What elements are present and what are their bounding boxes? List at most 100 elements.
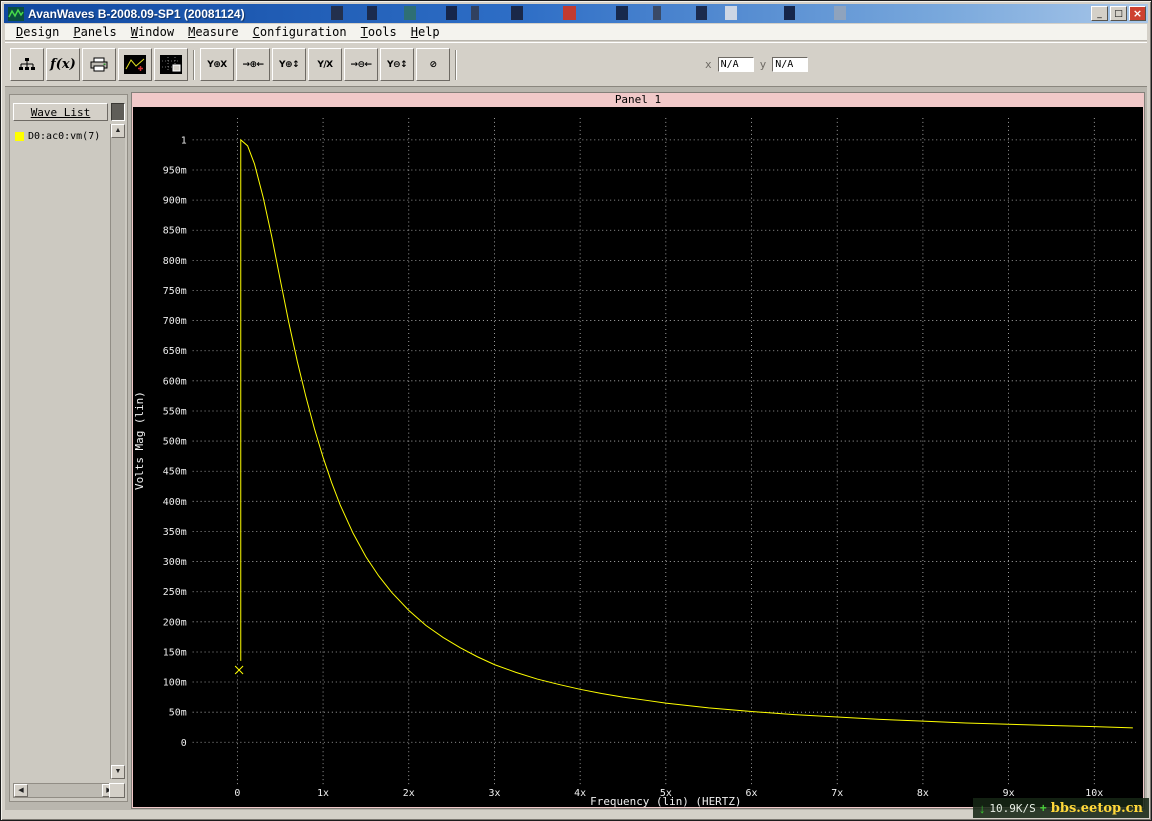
plot-area[interactable]: 0 50m 100m 150m 200m 250m 300m 350m 400m 450m 500m… [133,107,1143,807]
scroll-up-icon[interactable]: ▲ [111,124,125,138]
printer-icon [90,57,108,71]
titlebar-artifact [563,6,576,20]
svg-text:Volts Mag (lin): Volts Mag (lin) [133,391,146,490]
titlebar-artifact [725,6,737,20]
svg-text:0: 0 [234,788,240,799]
svg-text:300m: 300m [163,557,187,568]
window-title: AvanWaves B-2008.09-SP1 (20081124) [28,6,245,21]
new-panel-button[interactable] [118,48,152,81]
svg-text:8x: 8x [917,788,929,799]
zoom-out-x-icon: →⊖← [350,59,372,70]
zoom-in-xy-icon: Y⊕X [207,59,227,70]
menu-design[interactable]: Design [9,25,66,39]
menu-configuration[interactable]: Configuration [246,25,354,39]
svg-text:150m: 150m [163,647,187,658]
zoom-out-x-button[interactable]: →⊖← [344,48,378,81]
avanwaves-window: AvanWaves B-2008.09-SP1 (20081124) _ □ ×… [0,0,1152,821]
y-coordinate-label: y [759,58,767,71]
plus-icon: + [1039,801,1047,815]
titlebar-artifact [367,6,377,20]
titlebar-artifact [784,6,795,20]
svg-text:4x: 4x [574,788,586,799]
svg-text:750m: 750m [163,286,187,297]
svg-text:500m: 500m [163,437,187,448]
menu-panels[interactable]: Panels [66,25,123,39]
zoom-ratio-icon: Y∕X [317,59,333,70]
download-speed: 10.9K/S [989,801,1036,815]
zoom-previous-icon: ⊘ [429,59,437,70]
watermark-site: bbs.eetop.cn [1050,800,1143,816]
x-coordinate-field[interactable]: N/A [717,57,754,72]
client-area: Wave List D0:ac0:vm(7) ▲ ▼ ◀ ▶ Panel 1 0… [5,87,1147,810]
wave-list-panel: Wave List D0:ac0:vm(7) ▲ ▼ ◀ ▶ [9,94,128,802]
print-button[interactable] [82,48,116,81]
titlebar-artifact [446,6,457,20]
svg-text:550m: 550m [163,406,187,417]
svg-text:50m: 50m [169,708,187,719]
expression-button[interactable]: f(x) [46,48,80,81]
zoom-in-y-button[interactable]: Y⊕↕ [272,48,306,81]
zoom-in-x-button[interactable]: →⊕← [236,48,270,81]
svg-text:400m: 400m [163,497,187,508]
svg-text:600m: 600m [163,376,187,387]
hierarchy-icon [19,57,35,70]
menu-tools[interactable]: Tools [354,25,404,39]
titlebar-artifact [404,6,416,20]
svg-text:3x: 3x [488,788,500,799]
titlebar-artifact [696,6,707,20]
menu-measure[interactable]: Measure [181,25,246,39]
titlebar-artifact [653,6,661,20]
svg-text:100m: 100m [163,678,187,689]
svg-text:200m: 200m [163,617,187,628]
zoom-previous-button[interactable]: ⊘ [416,48,450,81]
scroll-down-icon[interactable]: ▼ [111,765,125,779]
svg-text:800m: 800m [163,256,187,267]
toolbar-separator [193,49,195,80]
toolbar-separator [455,49,457,80]
svg-text:650m: 650m [163,346,187,357]
zoom-in-xy-button[interactable]: Y⊕X [200,48,234,81]
menu-window[interactable]: Window [124,25,181,39]
copy-panel-icon [160,55,182,74]
scrollbar-corner[interactable] [109,783,125,798]
title-bar[interactable]: AvanWaves B-2008.09-SP1 (20081124) _ □ × [4,4,1148,23]
wave-list-horizontal-scrollbar[interactable]: ◀ ▶ [13,783,117,798]
svg-text:Frequency (lin) (HERTZ): Frequency (lin) (HERTZ) [590,795,741,807]
scroll-left-icon[interactable]: ◀ [14,784,28,797]
wave-list-grip[interactable] [111,103,125,121]
zoom-in-x-icon: →⊕← [242,59,264,70]
titlebar-artifact [834,6,846,20]
plot-panel: Panel 1 0 50m 100m 150m 200m 250m 300m 350m 400m… [131,92,1145,809]
wave-list-header-button[interactable]: Wave List [13,103,108,121]
wave-list-item[interactable]: D0:ac0:vm(7) [15,131,100,142]
zoom-ratio-button[interactable]: Y∕X [308,48,342,81]
svg-text:950m: 950m [163,166,187,177]
svg-text:250m: 250m [163,587,187,598]
svg-text:1: 1 [181,135,187,146]
y-coordinate-field[interactable]: N/A [772,57,809,72]
restore-button[interactable]: □ [1110,6,1127,21]
titlebar-artifact [331,6,343,20]
fx-icon: f(x) [50,57,76,72]
waveform-chart[interactable]: 0 50m 100m 150m 200m 250m 300m 350m 400m 450m 500m… [133,107,1143,807]
x-coordinate-label: x [705,58,712,71]
download-watermark-overlay: ↓ 10.9K/S + bbs.eetop.cn [972,798,1149,818]
app-icon [8,6,24,21]
titlebar-artifact [616,6,628,20]
minimize-button[interactable]: _ [1091,6,1108,21]
svg-text:900m: 900m [163,196,187,207]
svg-text:450m: 450m [163,467,187,478]
panel-title-bar[interactable]: Panel 1 [132,93,1144,107]
svg-text:7x: 7x [831,788,843,799]
wave-color-swatch [15,132,24,141]
zoom-out-y-button[interactable]: Y⊖↕ [380,48,414,81]
svg-text:350m: 350m [163,527,187,538]
svg-text:2x: 2x [403,788,415,799]
design-browser-button[interactable] [10,48,44,81]
coordinate-readout: x N/A y N/A [705,57,809,72]
copy-panel-button[interactable] [154,48,188,81]
download-arrow-icon: ↓ [978,800,986,816]
close-button[interactable]: × [1129,6,1146,21]
menu-help[interactable]: Help [404,25,447,39]
wave-list-vertical-scrollbar[interactable]: ▲ ▼ [110,124,125,779]
